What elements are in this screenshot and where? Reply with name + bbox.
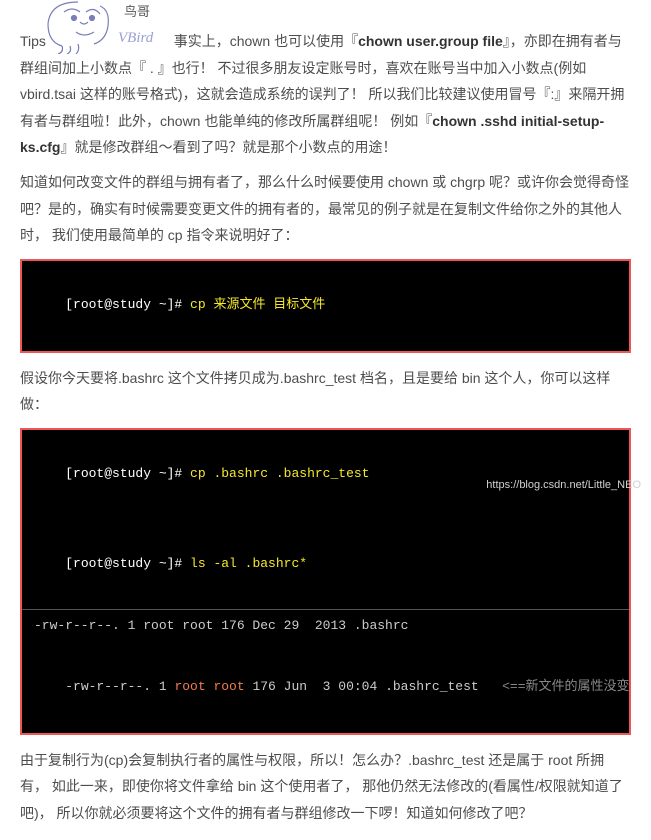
code2-l4-a: -rw-r--r--. 1 <box>65 679 174 694</box>
paragraph-3: 假设你今天要将.bashrc 这个文件拷贝成为.bashrc_test 档名，且… <box>20 365 631 418</box>
p1-bold-a: chown user.group file <box>358 33 503 49</box>
p1-body-a: 事实上，chown 也可以使用『 <box>174 33 358 49</box>
paragraph-4: 由于复制行为(cp)会复制执行者的属性与权限，所以！怎么办？.bashrc_te… <box>20 747 631 827</box>
code2-l4-root: root root <box>174 679 244 694</box>
code1-prompt: [root@study ~]# <box>65 297 190 312</box>
p1-body-c: 』就是修改群组～看到了吗？就是那个小数点的用途！ <box>60 139 396 155</box>
paragraph-tips: Tips 事实上，chown 也可以使用『chown user.group fi… <box>20 8 631 161</box>
tips-label: Tips <box>20 33 46 49</box>
code2-l4-note: <==新文件的属性没变 <box>502 679 629 694</box>
code-block-2: [root@study ~]# cp .bashrc .bashrc_test … <box>20 428 631 735</box>
code2-l1-cmd: cp .bashrc .bashrc_test <box>190 466 369 481</box>
code1-line: [root@study ~]# cp 来源文件 目标文件 <box>22 261 629 351</box>
code2-line4: -rw-r--r--. 1 root root 176 Jun 3 00:04 … <box>22 643 629 733</box>
code2-l2-cmd: ls -al .bashrc* <box>190 556 307 571</box>
code-block-1: [root@study ~]# cp 来源文件 目标文件 <box>20 259 631 353</box>
code2-line3: -rw-r--r--. 1 root root 176 Dec 29 2013 … <box>22 609 629 643</box>
code2-l1-prompt: [root@study ~]# <box>65 466 190 481</box>
code2-line2: [root@study ~]# ls -al .bashrc* <box>22 520 629 610</box>
watermark: https://blog.csdn.net/Little_NEO <box>486 475 641 496</box>
paragraph-2: 知道如何改变文件的群组与拥有者了，那么什么时候要使用 chown 或 chgrp… <box>20 169 631 249</box>
code2-l4-b: 176 Jun 3 00:04 .bashrc_test <box>245 679 502 694</box>
code2-l2-prompt: [root@study ~]# <box>65 556 190 571</box>
code1-cmd: cp 来源文件 目标文件 <box>190 297 325 312</box>
